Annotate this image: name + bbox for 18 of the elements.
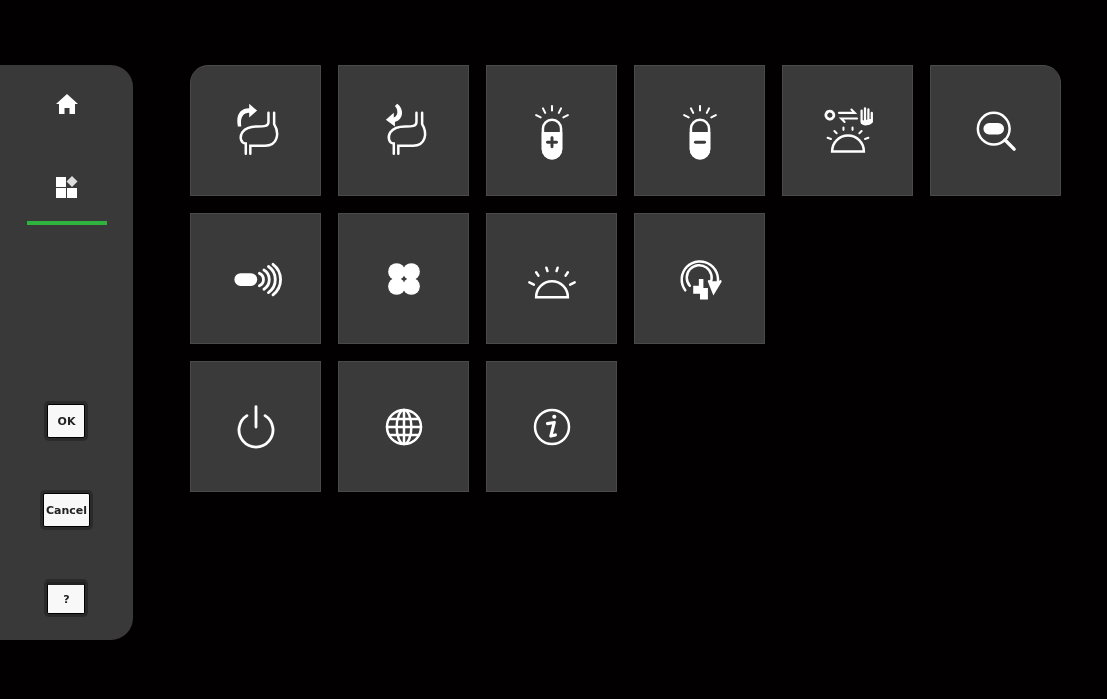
tile-button[interactable] bbox=[338, 361, 469, 492]
tile-button[interactable] bbox=[634, 65, 765, 196]
tile-button[interactable] bbox=[930, 65, 1061, 196]
tile-button[interactable] bbox=[634, 213, 765, 344]
tile-button[interactable] bbox=[338, 213, 469, 344]
tile-button[interactable] bbox=[190, 361, 321, 492]
tile-button[interactable] bbox=[190, 65, 321, 196]
cancel-button[interactable]: Cancel bbox=[42, 493, 91, 527]
ok-button[interactable]: OK bbox=[47, 404, 86, 438]
home-icon bbox=[54, 93, 79, 115]
tile-button[interactable] bbox=[486, 65, 617, 196]
tile-button[interactable] bbox=[782, 65, 913, 196]
apps-icon bbox=[54, 175, 79, 199]
tile-button[interactable] bbox=[486, 213, 617, 344]
help-button[interactable]: ? bbox=[47, 582, 86, 614]
tile-button[interactable] bbox=[190, 213, 321, 344]
tile-button[interactable] bbox=[486, 361, 617, 492]
tile-button[interactable] bbox=[338, 65, 469, 196]
